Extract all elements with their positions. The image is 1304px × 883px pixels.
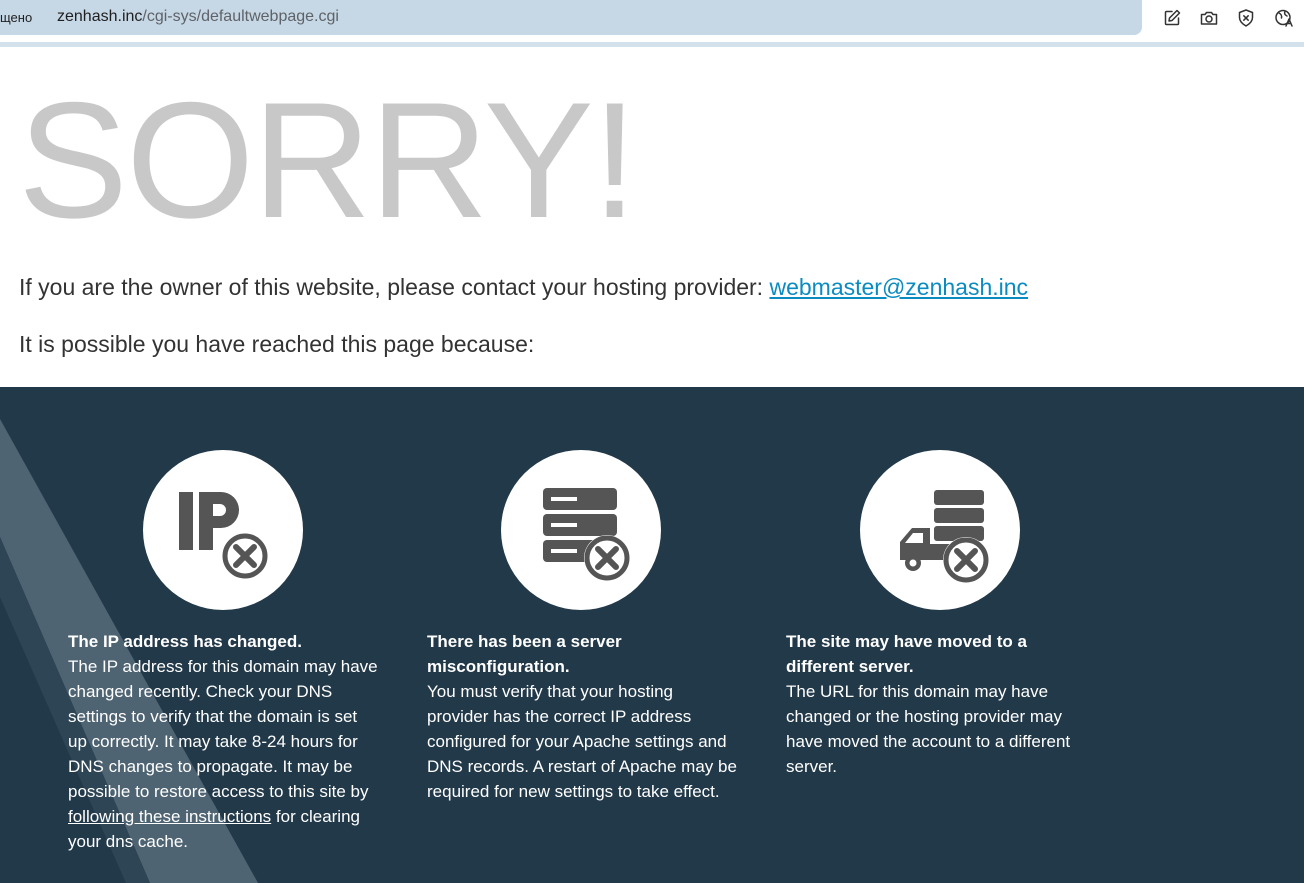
translate-globe-icon[interactable] [1274,8,1294,28]
browser-chrome: щено zenhash.inc/cgi-sys/defaultwebpage.… [0,0,1304,48]
reason-description: The site may have moved to a different s… [786,629,1098,779]
address-url[interactable]: zenhash.inc/cgi-sys/defaultwebpage.cgi [57,8,339,26]
reason-title: The IP address has changed. [68,632,302,651]
reason-body-start: The IP address for this domain may have … [68,657,378,801]
connection-status: щено [0,10,33,25]
server-error-icon [543,488,630,581]
reason-description: There has been a server misconfiguration… [427,629,739,804]
reason-title: The site may have moved to a different s… [786,632,1027,676]
intro-text: If you are the owner of this website, pl… [19,274,770,300]
address-bar[interactable]: щено zenhash.inc/cgi-sys/defaultwebpage.… [0,0,1142,35]
toolbar-divider [0,42,1304,47]
owner-contact-text: If you are the owner of this website, pl… [19,274,1028,301]
reason-body: The IP address for this domain may have … [68,654,380,854]
moved-server-icon [900,490,989,583]
reasons-section: The IP address has changed. The IP addre… [0,387,1304,883]
page-title: SORRY! [18,68,638,252]
url-path: /cgi-sys/defaultwebpage.cgi [142,8,339,25]
reason-title: There has been a server misconfiguration… [427,632,622,676]
reason-icon-circle [501,450,661,610]
reason-icon-circle [860,450,1020,610]
reason-body: The URL for this domain may have changed… [786,682,1071,776]
reason-icon-circle [143,450,303,610]
url-host: zenhash.inc [57,8,143,25]
dns-instructions-link[interactable]: following these instructions [68,807,271,826]
reason-body: You must verify that your hosting provid… [427,682,737,801]
shield-block-icon[interactable] [1236,8,1256,28]
reasons-intro-text: It is possible you have reached this pag… [19,331,535,357]
ip-error-icon [179,492,268,579]
camera-icon[interactable] [1199,8,1219,28]
edit-icon[interactable] [1162,8,1182,28]
reason-description: The IP address has changed. The IP addre… [68,629,380,854]
contact-email-link[interactable]: webmaster@zenhash.inc [769,274,1028,300]
